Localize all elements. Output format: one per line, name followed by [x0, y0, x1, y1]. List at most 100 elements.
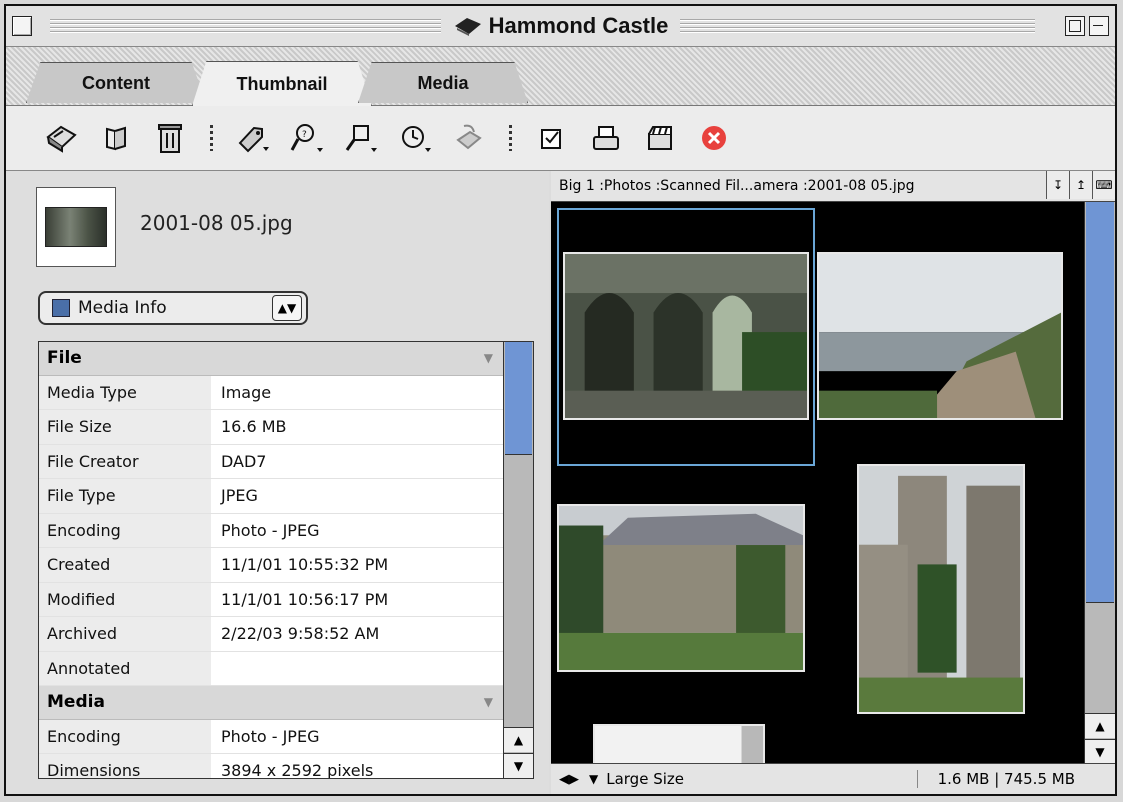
collapse-box[interactable] — [1089, 16, 1109, 36]
info-key: Modified — [39, 582, 211, 616]
info-pane: 2001-08 05.jpg Media Info ▲▼ File ▼ Medi… — [6, 171, 549, 794]
viewer-scrollbar[interactable]: ▲ ▼ — [1084, 202, 1115, 764]
tab-label: Media — [417, 72, 469, 93]
info-value: Image — [221, 382, 272, 402]
tab-content[interactable]: Content — [26, 62, 206, 103]
lock-icon[interactable]: ⌨ — [1092, 171, 1115, 199]
label-icon[interactable] — [233, 118, 273, 158]
info-key: Archived — [39, 617, 211, 651]
photo-thumbnail[interactable] — [817, 252, 1063, 420]
info-key: Media Type — [39, 375, 211, 409]
info-row: Archived 2/22/03 9:58:52 AM — [39, 617, 503, 652]
photo-thumbnail[interactable] — [593, 724, 765, 764]
catalog-icon[interactable] — [42, 118, 82, 158]
info-type-popup[interactable]: Media Info ▲▼ — [38, 291, 308, 325]
toolbar: ? — [6, 106, 1115, 171]
info-key: File Type — [39, 479, 211, 513]
size-menu-icon[interactable]: ▼ — [589, 772, 598, 786]
size-mode-label[interactable]: Large Size — [606, 770, 684, 788]
photo-thumbnail[interactable] — [857, 464, 1025, 714]
tab-media[interactable]: Media — [358, 62, 528, 103]
info-row: Encoding Photo - JPEG — [39, 719, 503, 754]
disclosure-triangle-icon[interactable]: ▼ — [484, 695, 493, 709]
toolbar-separator — [210, 125, 213, 151]
app-window: Hammond Castle Content Thumbnail Media ?… — [4, 4, 1117, 796]
scroll-down-button[interactable]: ▼ — [1085, 739, 1115, 764]
info-value: Photo - JPEG — [221, 520, 320, 540]
up-down-arrows-icon: ▲▼ — [272, 295, 302, 321]
info-row: File Size 16.6 MB — [39, 410, 503, 445]
info-key: Created — [39, 548, 211, 582]
scroll-down-button[interactable]: ▼ — [504, 753, 533, 778]
stop-icon[interactable] — [694, 118, 734, 158]
info-scrollbar[interactable]: ▲ ▼ — [503, 342, 533, 778]
scroll-arrows-icon[interactable]: ◀▶ — [559, 772, 579, 787]
svg-text:?: ? — [302, 130, 307, 140]
info-value: 16.6 MB — [221, 417, 287, 437]
section-header-media[interactable]: Media ▼ — [39, 686, 503, 720]
print-icon[interactable] — [586, 118, 626, 158]
info-row: Modified 11/1/01 10:56:17 PM — [39, 582, 503, 617]
window-title: Hammond Castle — [488, 13, 669, 38]
info-row: Media Type Image — [39, 375, 503, 410]
thumbnail-grid[interactable] — [551, 202, 1084, 764]
photo-thumbnail[interactable] — [557, 504, 805, 672]
info-row: Encoding Photo - JPEG — [39, 513, 503, 548]
media-info-table: File ▼ Media Type Image File Size 16.6 MB Fi… — [38, 341, 534, 779]
info-key: Annotated — [39, 651, 211, 685]
info-key: File Creator — [39, 444, 211, 478]
scroll-up-button[interactable]: ▲ — [504, 727, 533, 752]
storage-status: 1.6 MB | 745.5 MB — [916, 770, 1075, 788]
photo-thumbnail[interactable] — [563, 252, 809, 420]
file-path: Big 1 :Photos :Scanned Fil...amera :2001… — [559, 178, 915, 194]
catalog-icon — [454, 18, 481, 36]
path-bar: Big 1 :Photos :Scanned Fil...amera :2001… — [551, 171, 1115, 202]
info-value: Photo - JPEG — [221, 726, 320, 746]
selected-thumbnail — [36, 187, 116, 267]
tab-bar: Content Thumbnail Media — [6, 47, 1115, 106]
scroll-thumb[interactable] — [1086, 202, 1114, 603]
info-key: Dimensions — [39, 754, 211, 778]
info-key: Encoding — [39, 719, 211, 753]
toolbar-separator — [509, 125, 512, 151]
trash-icon[interactable] — [150, 118, 190, 158]
info-row: File Creator DAD7 — [39, 444, 503, 479]
info-key: File Size — [39, 410, 211, 444]
selected-filename: 2001-08 05.jpg — [140, 211, 293, 235]
scroll-up-button[interactable]: ▲ — [1085, 713, 1115, 738]
info-value: DAD7 — [221, 451, 267, 471]
search-icon[interactable]: ? — [287, 118, 327, 158]
section-title: Media — [47, 692, 105, 713]
info-value: 3894 x 2592 pixels — [221, 761, 374, 779]
media-info-icon — [52, 299, 70, 317]
popup-label: Media Info — [78, 298, 167, 318]
info-row: Dimensions 3894 x 2592 pixels — [39, 754, 503, 779]
rotate-icon[interactable] — [449, 118, 489, 158]
section-header-file[interactable]: File ▼ — [39, 342, 503, 376]
info-row: Annotated — [39, 651, 503, 686]
info-key: Encoding — [39, 513, 211, 547]
folder-icon[interactable] — [96, 118, 136, 158]
upload-icon[interactable]: ↥ — [1069, 171, 1092, 199]
disclosure-triangle-icon[interactable]: ▼ — [484, 351, 493, 365]
slideshow-icon[interactable] — [640, 118, 680, 158]
checkbox-icon[interactable] — [532, 118, 572, 158]
info-value: 11/1/01 10:56:17 PM — [221, 589, 389, 609]
thumbnail-viewer: Big 1 :Photos :Scanned Fil...amera :2001… — [551, 171, 1115, 794]
zoom-box[interactable] — [1065, 16, 1085, 36]
scroll-thumb[interactable] — [505, 342, 532, 455]
tab-label: Content — [82, 72, 150, 93]
sort-icon[interactable]: ↧ — [1046, 171, 1069, 199]
thumbnail-image — [45, 207, 107, 247]
info-value: 2/22/03 9:58:52 AM — [221, 624, 380, 644]
title-bar[interactable]: Hammond Castle — [6, 6, 1115, 47]
timer-icon[interactable] — [395, 118, 435, 158]
tab-thumbnail[interactable]: Thumbnail — [192, 61, 372, 106]
info-row: Created 11/1/01 10:55:32 PM — [39, 548, 503, 583]
tab-label: Thumbnail — [236, 73, 328, 94]
info-value: JPEG — [221, 486, 258, 506]
status-bar: ◀▶ ▼ Large Size 1.6 MB | 745.5 MB — [551, 763, 1115, 794]
info-value: 11/1/01 10:55:32 PM — [221, 555, 389, 575]
find-icon[interactable] — [341, 118, 381, 158]
section-title: File — [47, 348, 82, 369]
